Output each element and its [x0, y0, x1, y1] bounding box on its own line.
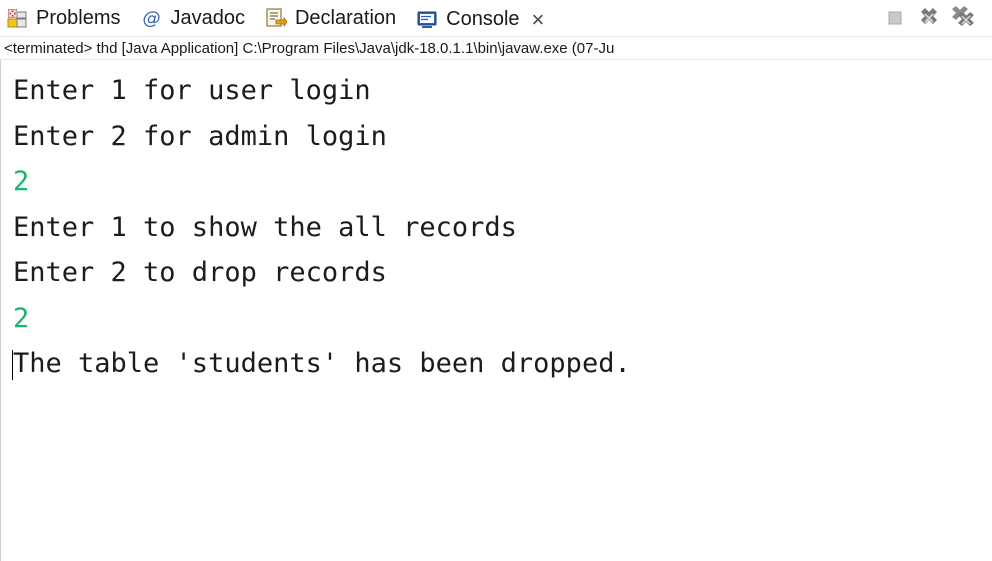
- remove-all-terminated-icon[interactable]: [948, 3, 978, 33]
- console-output-line: Enter 1 for user login: [13, 75, 371, 106]
- console-output[interactable]: Enter 1 for user login Enter 2 for admin …: [0, 60, 992, 561]
- tab-declaration-label: Declaration: [294, 6, 397, 29]
- console-output-line: Enter 2 to drop records: [13, 257, 387, 288]
- terminate-icon[interactable]: [880, 3, 910, 33]
- launch-status-line: <terminated> thd [Java Application] C:\P…: [0, 36, 992, 60]
- console-input-line: 2: [13, 166, 30, 197]
- console-input-line: 2: [13, 302, 30, 334]
- console-view: Problems @ Javadoc Declaration Console ×…: [0, 0, 992, 561]
- view-tab-bar: Problems @ Javadoc Declaration Console ×: [0, 0, 992, 36]
- tab-console[interactable]: Console ×: [410, 0, 551, 36]
- remove-launch-icon[interactable]: [914, 3, 944, 33]
- console-output-line: Enter 2 for admin login: [13, 120, 387, 152]
- console-output-line: Enter 1 to show the all records: [13, 211, 517, 243]
- text-caret: [12, 350, 13, 380]
- declaration-icon: [265, 7, 287, 29]
- problems-icon: [6, 7, 28, 29]
- tab-declaration[interactable]: Declaration: [259, 0, 402, 36]
- console-output-line: The table 'students' has been dropped.: [12, 348, 631, 380]
- console-icon: [416, 9, 438, 31]
- close-icon[interactable]: ×: [532, 7, 545, 33]
- tab-problems-label: Problems: [36, 6, 121, 29]
- tab-javadoc[interactable]: @ Javadoc: [134, 0, 251, 36]
- tab-javadoc-label: Javadoc: [170, 6, 245, 29]
- tab-problems[interactable]: Problems: [0, 0, 126, 36]
- javadoc-icon: @: [142, 7, 161, 29]
- tab-console-label: Console: [446, 8, 520, 30]
